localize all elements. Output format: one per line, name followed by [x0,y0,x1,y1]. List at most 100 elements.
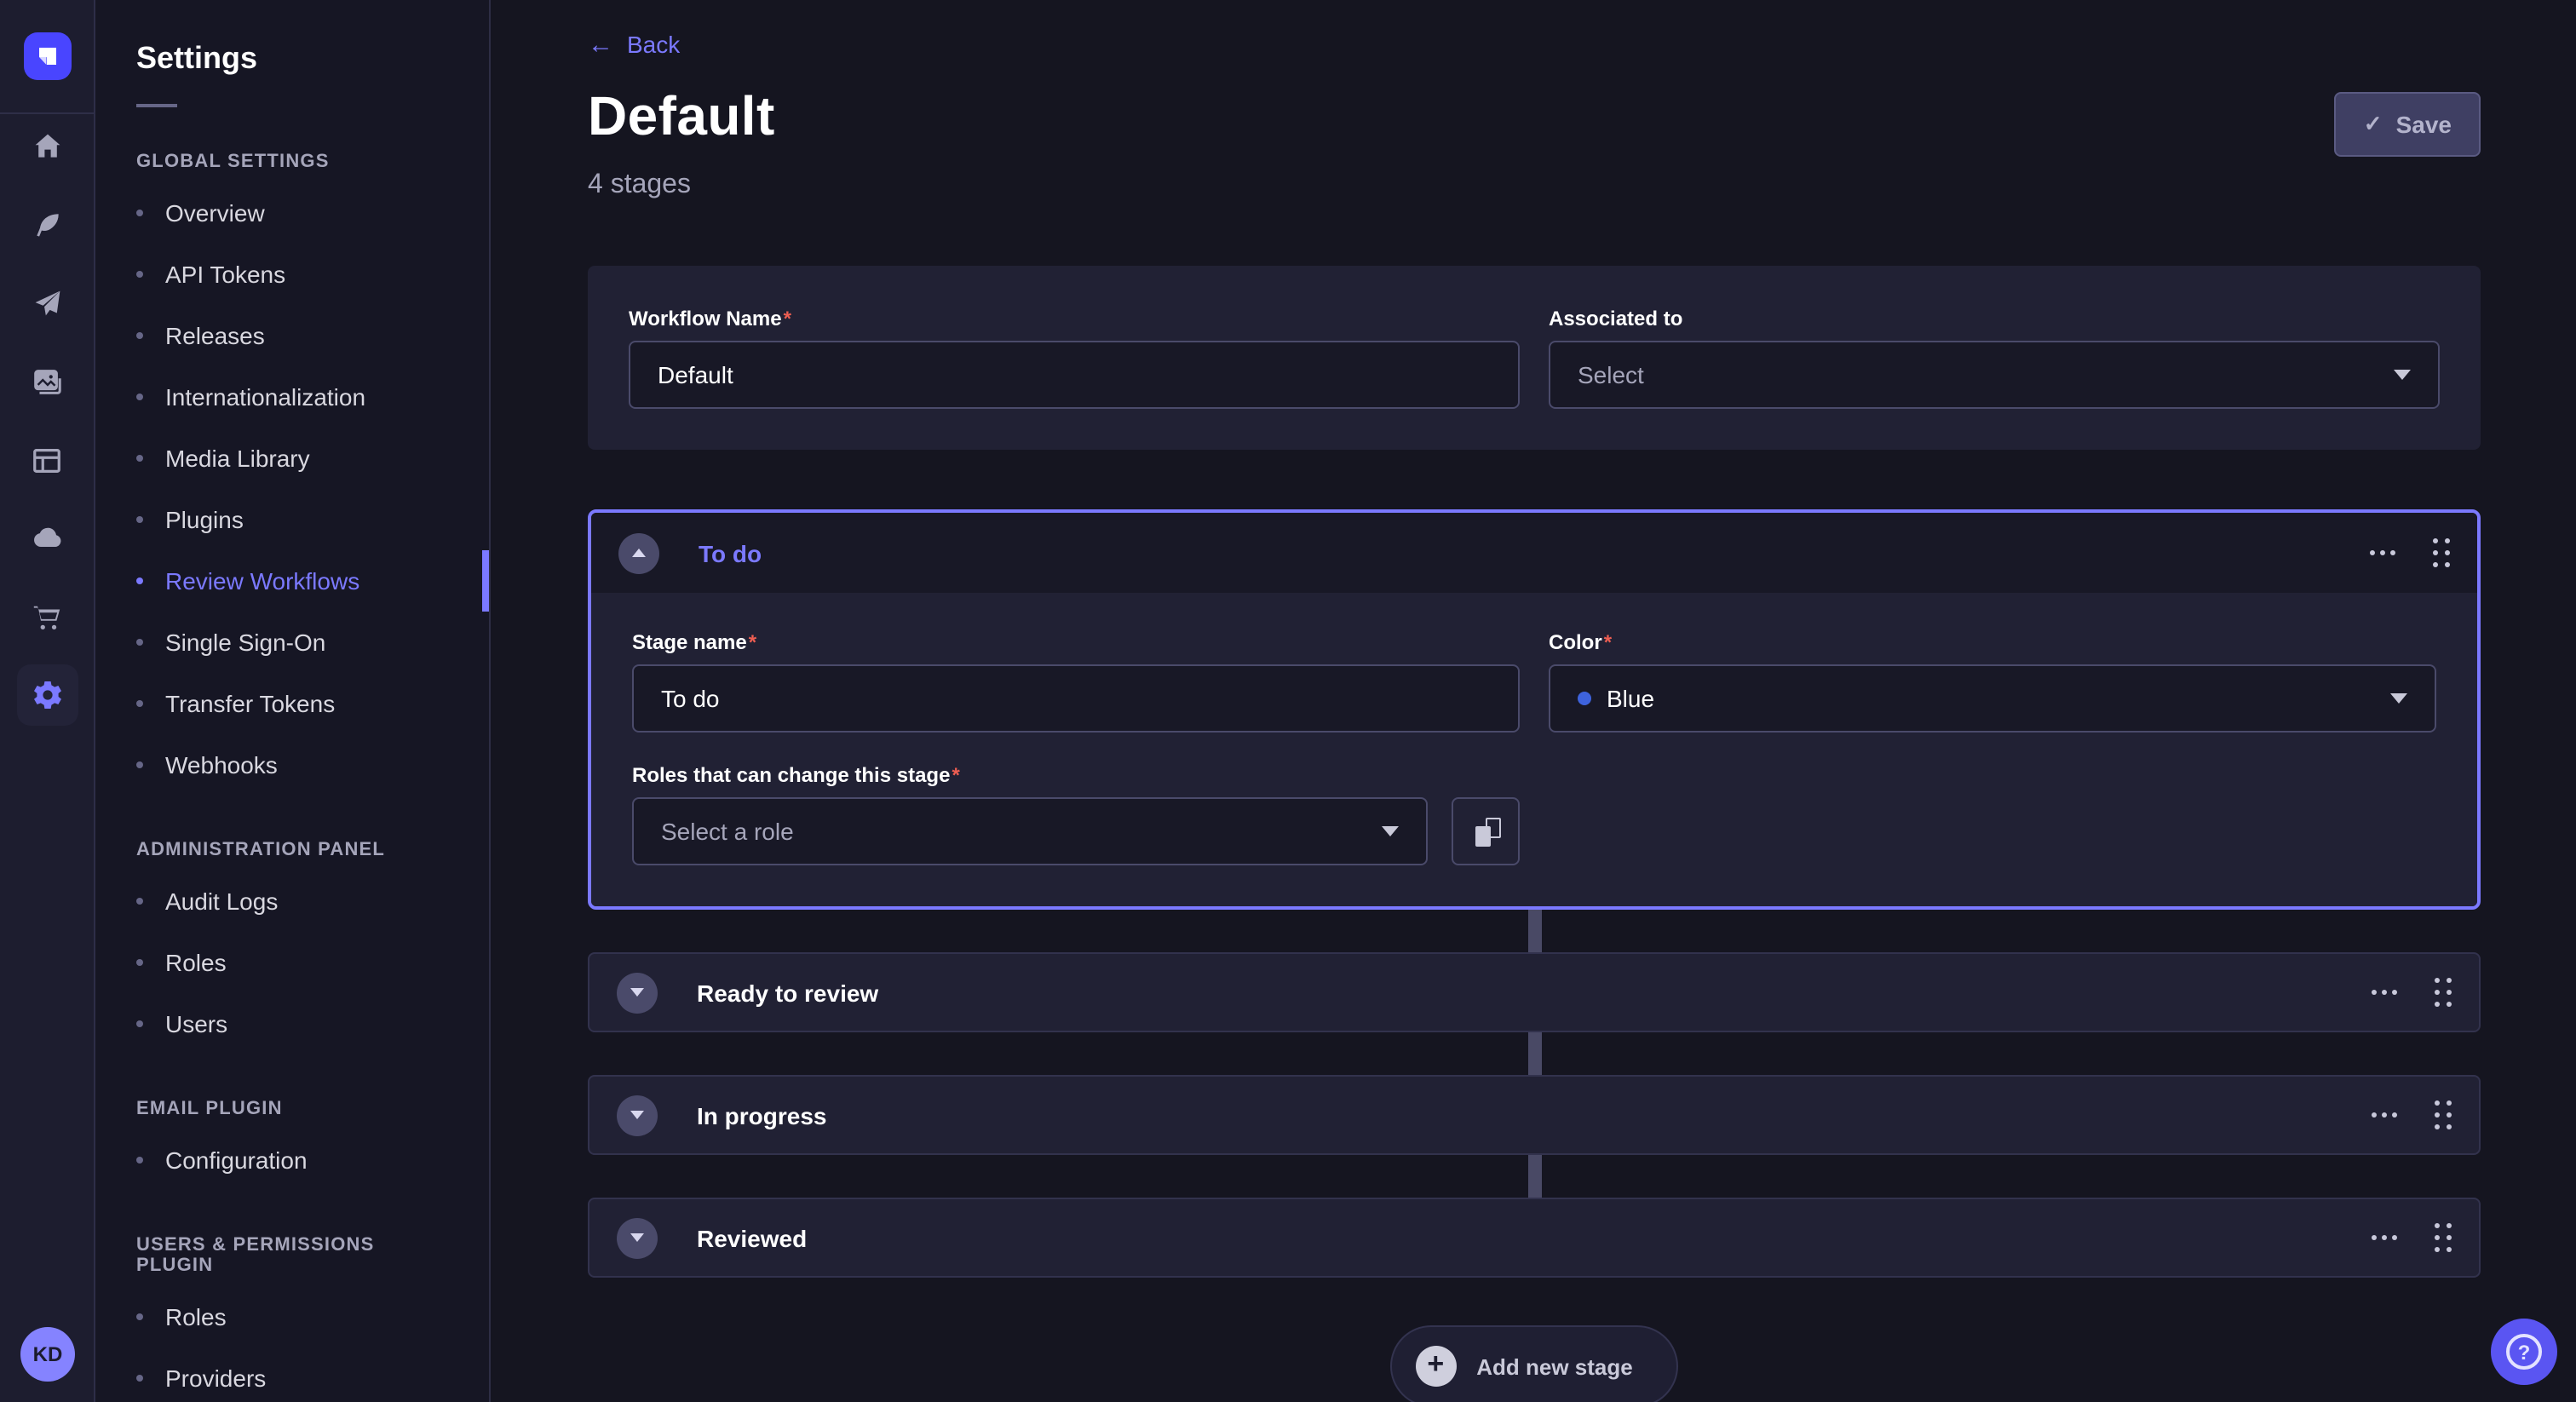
expand-stage-button[interactable] [617,1217,658,1258]
bullet-icon [136,639,143,646]
sidebar-item-audit-logs[interactable]: Audit Logs [136,871,448,932]
bullet-icon [136,1020,143,1027]
stage-connector [588,1155,2481,1198]
workflow-name-input[interactable] [629,341,1520,409]
workflow-name-label: Workflow Name [629,307,782,330]
required-asterisk: * [1604,630,1612,654]
bullet-icon [136,1157,143,1164]
bullet-icon [136,210,143,216]
sidebar-item-webhooks[interactable]: Webhooks [136,734,448,796]
sidebar-item-internationalization[interactable]: Internationalization [136,366,448,428]
select-placeholder: Select [1578,361,1644,388]
roles-select[interactable]: Select a role [632,797,1428,865]
gear-icon-active[interactable] [16,664,78,726]
sidebar-item-plugins[interactable]: Plugins [136,489,448,550]
bullet-icon [136,577,143,584]
collapse-stage-button[interactable] [618,532,659,573]
stage-name-label: Stage name [632,630,747,654]
save-button[interactable]: ✓ Save [2335,92,2481,157]
section-label-users-permissions-plugin: USERS & PERMISSIONS PLUGIN [136,1235,448,1276]
home-icon[interactable] [30,129,64,164]
stage-color-field-group: Color* Blue [1549,630,2436,733]
main-content: ← Back Default ✓ Save 4 stages Workflow … [491,0,2576,1402]
bullet-icon [136,394,143,400]
bullet-icon [136,516,143,523]
stage-title: In progress [697,1101,2332,1129]
required-asterisk: * [749,630,756,654]
chevron-down-icon [2390,693,2407,704]
add-new-stage-button[interactable]: + Add new stage [1389,1325,1679,1402]
stage-card-to-do: To do Stage name* Color* Blue [588,509,2481,910]
help-button[interactable]: ? [2491,1319,2557,1385]
media-library-icon[interactable] [30,365,64,399]
more-options-icon[interactable] [2370,543,2395,562]
sidebar-item-email-configuration[interactable]: Configuration [136,1129,448,1191]
sidebar-item-transfer-tokens[interactable]: Transfer Tokens [136,673,448,734]
sidebar-item-up-roles[interactable]: Roles [136,1286,448,1347]
section-label-global-settings: GLOBAL SETTINGS [136,152,448,172]
stage-card-ready-to-review[interactable]: Ready to review [588,952,2481,1032]
stage-title: Reviewed [697,1224,2332,1251]
associated-to-select[interactable]: Select [1549,341,2440,409]
bullet-icon [136,959,143,966]
drag-handle-icon[interactable] [2435,1100,2452,1129]
feather-icon[interactable] [30,208,64,242]
sidebar-item-api-tokens[interactable]: API Tokens [136,244,448,305]
more-options-icon[interactable] [2372,1106,2397,1124]
chevron-up-icon [632,549,646,557]
workflow-form-card: Workflow Name* Associated to Select [588,266,2481,450]
more-options-icon[interactable] [2372,1228,2397,1247]
sidebar-item-admin-roles[interactable]: Roles [136,932,448,993]
sidebar-item-up-providers[interactable]: Providers [136,1347,448,1402]
copy-icon [1474,818,1501,847]
expand-stage-button[interactable] [617,972,658,1013]
chevron-down-icon [1382,826,1399,836]
stage-header-to-do[interactable]: To do [591,513,2477,593]
expand-stage-button[interactable] [617,1095,658,1135]
workflow-name-field-group: Workflow Name* [629,307,1520,409]
page-title: Default [588,85,775,148]
bullet-icon [136,898,143,905]
associated-to-label: Associated to [1549,307,1682,330]
paper-plane-icon[interactable] [30,286,64,320]
sidebar-item-overview[interactable]: Overview [136,182,448,244]
chevron-down-icon [630,1111,644,1119]
bullet-icon [136,700,143,707]
back-link[interactable]: ← Back [588,31,680,58]
blue-color-dot-icon [1578,692,1591,705]
chevron-down-icon [630,1233,644,1242]
strapi-logo-icon[interactable] [23,32,71,80]
main-nav-rail: KD [0,0,95,1402]
drag-handle-icon[interactable] [2435,978,2452,1007]
stage-card-reviewed[interactable]: Reviewed [588,1198,2481,1278]
drag-handle-icon[interactable] [2433,538,2450,567]
user-avatar[interactable]: KD [20,1327,75,1382]
drag-handle-icon[interactable] [2435,1223,2452,1252]
roles-label: Roles that can change this stage [632,763,950,787]
sidebar-item-media-library[interactable]: Media Library [136,428,448,489]
stage-name-input[interactable] [632,664,1520,733]
bullet-icon [136,1375,143,1382]
stage-card-in-progress[interactable]: In progress [588,1075,2481,1155]
stage-title: Ready to review [697,979,2332,1006]
stage-title: To do [699,539,2331,566]
sidebar-item-single-sign-on[interactable]: Single Sign-On [136,612,448,673]
sidebar-item-releases[interactable]: Releases [136,305,448,366]
duplicate-stage-button[interactable] [1452,797,1520,865]
subnav-title-divider [136,104,177,107]
layout-icon[interactable] [30,443,64,477]
more-options-icon[interactable] [2372,983,2397,1002]
sidebar-item-review-workflows[interactable]: Review Workflows [136,550,448,612]
section-label-administration-panel: ADMINISTRATION PANEL [136,840,448,860]
associated-to-field-group: Associated to Select [1549,307,2440,409]
cart-icon[interactable] [30,600,64,634]
back-arrow-icon: ← [588,32,613,57]
stages-list: To do Stage name* Color* Blue [588,509,2481,1402]
bullet-icon [136,332,143,339]
bullet-icon [136,271,143,278]
cloud-icon[interactable] [30,521,64,555]
question-mark-icon: ? [2506,1334,2542,1370]
color-select[interactable]: Blue [1549,664,2436,733]
settings-subnav: Settings GLOBAL SETTINGS Overview API To… [95,0,491,1402]
sidebar-item-admin-users[interactable]: Users [136,993,448,1054]
